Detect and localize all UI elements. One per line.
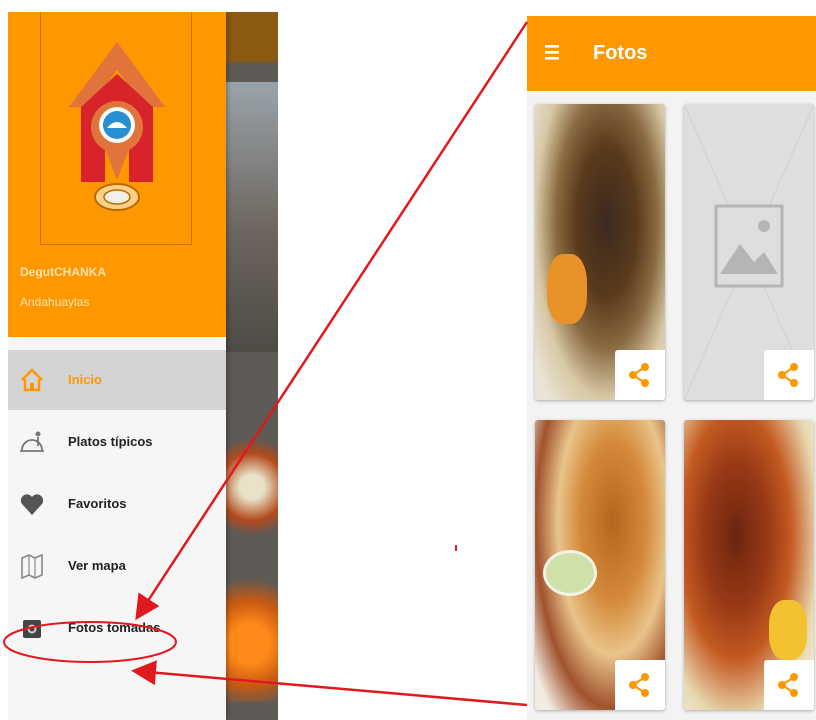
home-icon bbox=[21, 368, 43, 392]
photo-card[interactable] bbox=[684, 420, 814, 710]
menu-item-favoritos[interactable]: Favoritos bbox=[8, 474, 226, 534]
menu-label: Inicio bbox=[68, 372, 102, 387]
menu-label: Ver mapa bbox=[68, 558, 126, 573]
share-icon bbox=[778, 363, 798, 387]
page-title: Fotos bbox=[593, 42, 648, 64]
share-button[interactable] bbox=[764, 660, 814, 710]
menu-item-ver-mapa[interactable]: Ver mapa bbox=[8, 536, 226, 596]
dish-icon bbox=[20, 431, 44, 452]
share-button[interactable] bbox=[764, 350, 814, 400]
app-logo bbox=[40, 12, 192, 245]
food-photo-detail bbox=[769, 600, 807, 660]
app-city: Andahuaylas bbox=[20, 295, 90, 309]
food-photo-detail bbox=[547, 254, 587, 324]
photo-card[interactable] bbox=[684, 104, 814, 400]
photos-screenshot: Fotos bbox=[527, 16, 816, 720]
drawer-header: DegutCHANKA Andahuaylas bbox=[8, 12, 226, 337]
menu-item-platos-tipicos[interactable]: Platos típicos bbox=[8, 412, 226, 472]
navigation-drawer: DegutCHANKA Andahuaylas Inicio Platos tí… bbox=[8, 12, 226, 720]
photo-card[interactable] bbox=[535, 420, 665, 710]
photo-card[interactable] bbox=[535, 104, 665, 400]
menu-item-fotos-tomadas[interactable]: Fotos tomadas bbox=[8, 598, 226, 658]
drawer-screenshot: DegutCHANKA Andahuaylas Inicio Platos tí… bbox=[8, 12, 278, 720]
annotation-mark bbox=[455, 545, 457, 551]
background-content bbox=[226, 12, 278, 720]
menu-label: Fotos tomadas bbox=[68, 620, 161, 635]
share-button[interactable] bbox=[615, 660, 665, 710]
share-icon bbox=[629, 363, 649, 387]
app-toolbar: Fotos bbox=[527, 16, 816, 91]
share-icon bbox=[778, 673, 798, 697]
food-photo-detail bbox=[543, 550, 597, 596]
heart-icon bbox=[20, 494, 44, 515]
share-button[interactable] bbox=[615, 350, 665, 400]
map-icon bbox=[21, 553, 43, 580]
camera-icon bbox=[23, 620, 41, 638]
app-name: DegutCHANKA bbox=[20, 265, 106, 279]
menu-label: Favoritos bbox=[68, 496, 127, 511]
menu-item-inicio[interactable]: Inicio bbox=[8, 350, 226, 410]
menu-label: Platos típicos bbox=[68, 434, 153, 449]
hamburger-menu-icon[interactable] bbox=[543, 41, 565, 63]
share-icon bbox=[629, 673, 649, 697]
